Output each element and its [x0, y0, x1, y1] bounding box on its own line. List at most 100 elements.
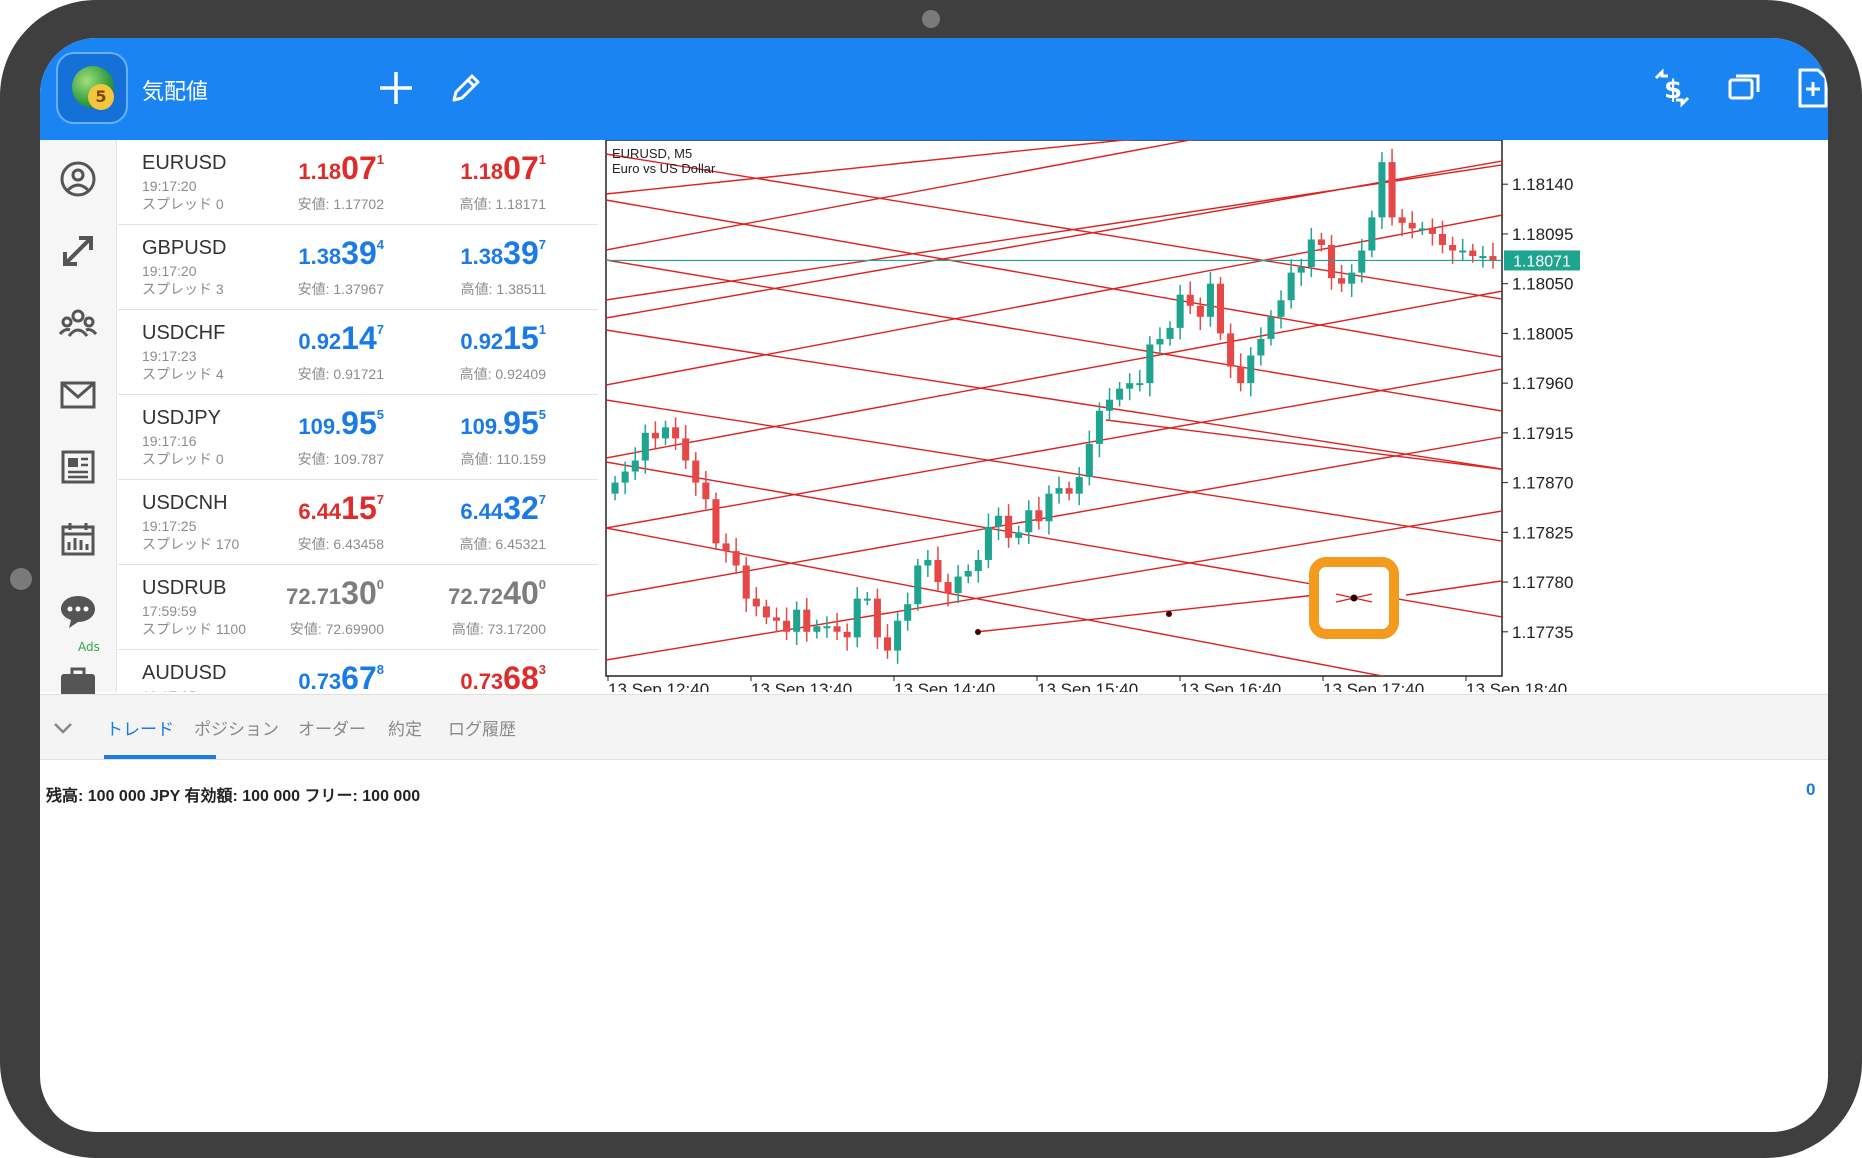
quote-symbol: USDCHF [142, 322, 226, 344]
quote-row[interactable]: USDJPY 19:17:16 スプレッド 0 109.955 109.955 安値: 1… [118, 395, 598, 480]
quote-row[interactable]: USDCHF 19:17:23 スプレッド 4 0.92147 0.92151 安値: 0… [118, 310, 598, 395]
ask-price-part: 7 [538, 492, 546, 507]
y-tick-label: 1.18095 [1512, 225, 1573, 244]
quote-spread: スプレッド 0 [142, 196, 224, 212]
app-logo-icon[interactable]: 5 [56, 52, 128, 124]
windows-icon[interactable] [1722, 66, 1766, 110]
y-tick-label: 1.17915 [1512, 424, 1573, 443]
candle-body [924, 559, 932, 566]
ask-price[interactable]: 72.72400 [376, 575, 546, 612]
candle-body [1206, 283, 1214, 317]
bid-price[interactable]: 6.44157 [214, 490, 384, 527]
ask-price-part: 0 [538, 577, 546, 592]
bid-price[interactable]: 72.71300 [214, 575, 384, 612]
chevron-down-icon[interactable] [50, 715, 76, 741]
ask-price[interactable]: 0.73683 [376, 660, 546, 692]
candle-body [853, 598, 861, 638]
mail-icon[interactable] [40, 360, 116, 430]
x-tick-label: 13 Sep 16:40 [1180, 680, 1281, 692]
y-tick-label: 1.17825 [1512, 523, 1573, 542]
bid-price[interactable]: 109.955 [214, 405, 384, 442]
candle-body [1408, 222, 1416, 229]
quotes-list: EURUSD 19:17:20 スプレッド 0 1.18071 1.18071 安値: 1… [118, 140, 598, 692]
ask-price[interactable]: 109.955 [376, 405, 546, 442]
quote-low: 安値: 0.91721 [297, 366, 384, 382]
x-tick-label: 13 Sep 18:40 [1466, 680, 1567, 692]
calendar-icon[interactable] [40, 504, 116, 574]
candle-body [1105, 399, 1114, 411]
ask-price[interactable]: 0.92151 [376, 320, 546, 357]
side-button [10, 568, 32, 590]
candle-body [1146, 344, 1154, 384]
candle-body [1015, 532, 1023, 538]
bid-price[interactable]: 1.38394 [214, 235, 384, 272]
app-screen: 5 気配値 $ Ads EURUSD 19:17:20 スプレッド 0 1.18… [40, 38, 1828, 1132]
bid-price[interactable]: 0.92147 [214, 320, 384, 357]
y-tick-label: 1.17735 [1512, 623, 1573, 642]
candle-body [722, 543, 730, 552]
news-icon[interactable] [40, 432, 116, 502]
ask-price[interactable]: 6.44327 [376, 490, 546, 527]
candle-body [1055, 488, 1063, 494]
trend-line [606, 259, 1502, 412]
candle-body [1479, 256, 1487, 259]
candle-body [1348, 272, 1356, 284]
top-app-bar: 5 気配値 $ [40, 38, 1828, 140]
chart-title: EURUSD, M5 [612, 146, 692, 161]
candle-body [783, 620, 791, 632]
quote-row[interactable]: EURUSD 19:17:20 スプレッド 0 1.18071 1.18071 安値: 1… [118, 140, 598, 225]
candle-body [823, 626, 831, 629]
quote-time: 19:17:20 [142, 263, 197, 279]
pencil-icon[interactable] [444, 66, 488, 110]
trend-line [606, 140, 1131, 195]
account-icon[interactable] [40, 144, 116, 214]
trade-arrows-icon[interactable] [40, 216, 116, 286]
quote-row[interactable]: AUDUSD19:17:25スプレッド 50.736780.73683安値: 0… [118, 650, 598, 692]
quote-spread: スプレッド 4 [142, 366, 224, 382]
candle-body [1075, 477, 1083, 494]
tab-log-history[interactable]: ログ履歴 [448, 715, 516, 740]
y-tick-label: 1.17960 [1512, 374, 1573, 393]
community-icon[interactable] [40, 288, 116, 358]
candle-body [1307, 239, 1315, 268]
ask-price[interactable]: 1.38397 [376, 235, 546, 272]
ask-price[interactable]: 1.18071 [376, 150, 546, 187]
candle-body [611, 482, 619, 494]
tab-deals[interactable]: 約定 [388, 715, 422, 740]
quote-low: 安値: 72.69900 [289, 621, 384, 637]
tab-orders[interactable]: オーダー [298, 715, 366, 740]
candle-body [904, 604, 912, 621]
quote-row[interactable]: GBPUSD 19:17:20 スプレッド 3 1.38394 1.38397 安値: 1… [118, 225, 598, 310]
camera-dot [922, 10, 940, 28]
candle-body [1398, 217, 1406, 223]
ask-price-part: 72.72 [448, 584, 504, 609]
candle-body [752, 598, 760, 607]
profit-value: 0 [1806, 780, 1816, 799]
chat-icon[interactable] [40, 576, 116, 646]
candle-body [1378, 162, 1386, 218]
candle-body [641, 432, 649, 461]
quote-time: 17:59:59 [142, 603, 197, 619]
bid-price[interactable]: 1.18071 [214, 150, 384, 187]
x-tick-label: 13 Sep 15:40 [1037, 680, 1138, 692]
ask-price-part: 7 [538, 237, 546, 252]
quote-row[interactable]: USDRUB 17:59:59 スプレッド 1100 72.71300 72.72400… [118, 565, 598, 650]
price-chart[interactable]: 1.18071 1.18140 1.18095 1.18050 1.18005 1.179… [600, 140, 1828, 692]
dollar-exchange-icon[interactable]: $ [1650, 66, 1694, 110]
plus-icon[interactable] [374, 66, 418, 110]
new-document-icon[interactable] [1790, 66, 1828, 110]
candle-body [934, 559, 942, 583]
quote-row[interactable]: USDCNH 19:17:25 スプレッド 170 6.44157 6.44327 安値:… [118, 480, 598, 565]
quote-high: 高値: 73.17200 [451, 621, 546, 637]
bid-price[interactable]: 0.73678 [214, 660, 384, 692]
candle-body [984, 526, 992, 560]
ask-price-part: 32 [503, 490, 539, 526]
trend-line [975, 594, 1317, 633]
candle-body [1227, 333, 1235, 367]
tab-trade[interactable]: トレード [106, 715, 174, 740]
ask-price-part: 95 [503, 405, 539, 441]
x-tick-label: 13 Sep 12:40 [608, 680, 709, 692]
candle-body [994, 515, 1003, 527]
tab-positions[interactable]: ポジション [194, 715, 279, 740]
ask-price-part: 40 [503, 575, 539, 611]
